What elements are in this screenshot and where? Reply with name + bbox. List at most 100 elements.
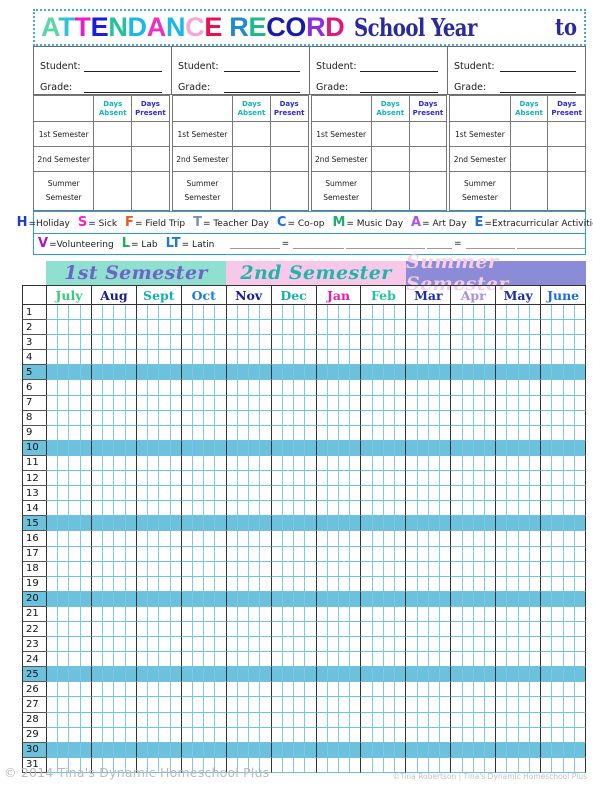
- grid-day-cell[interactable]: [227, 562, 237, 576]
- grid-day-cell[interactable]: [439, 395, 450, 410]
- grid-day-cell[interactable]: [192, 531, 203, 546]
- grid-day-cell[interactable]: [562, 501, 574, 516]
- grid-day-cell[interactable]: [227, 396, 237, 410]
- grid-day-cell[interactable]: [192, 637, 203, 652]
- grid-day-cell[interactable]: [304, 455, 315, 471]
- grid-day-cell[interactable]: [68, 606, 79, 621]
- grid-day-cell[interactable]: [169, 395, 181, 410]
- grid-day-cell[interactable]: [192, 727, 203, 742]
- grid-day-cell[interactable]: [272, 743, 282, 757]
- grid-month-cell[interactable]: [180, 440, 226, 456]
- summary-absent-cell[interactable]: [509, 146, 549, 172]
- grid-day-cell[interactable]: [461, 440, 473, 455]
- grid-month-cell[interactable]: [360, 455, 406, 472]
- grid-day-cell[interactable]: [203, 350, 214, 365]
- grid-month-cell[interactable]: [315, 486, 361, 502]
- grid-day-cell[interactable]: [528, 561, 540, 576]
- grid-day-cell[interactable]: [113, 606, 124, 621]
- grid-day-cell[interactable]: [124, 410, 136, 425]
- grid-month-cell[interactable]: [540, 757, 587, 773]
- grid-day-cell[interactable]: [506, 410, 517, 425]
- grid-month-cell[interactable]: [405, 697, 451, 713]
- grid-month-cell[interactable]: [540, 501, 587, 517]
- grid-month-cell[interactable]: [270, 305, 316, 321]
- grid-day-cell[interactable]: [248, 410, 259, 425]
- grid-day-cell[interactable]: [236, 350, 248, 365]
- grid-day-cell[interactable]: [68, 667, 79, 682]
- grid-day-cell[interactable]: [338, 455, 349, 471]
- grid-day-cell[interactable]: [528, 742, 540, 757]
- grid-day-cell[interactable]: [338, 471, 349, 486]
- grid-day-cell[interactable]: [496, 743, 506, 757]
- grid-month-cell[interactable]: [135, 652, 181, 668]
- grid-day-cell[interactable]: [528, 667, 540, 682]
- grid-day-cell[interactable]: [541, 516, 551, 530]
- grid-month-cell[interactable]: [270, 350, 316, 366]
- grid-day-cell[interactable]: [57, 335, 68, 350]
- grid-day-cell[interactable]: [461, 591, 473, 606]
- grid-day-cell[interactable]: [259, 395, 270, 410]
- grid-month-cell[interactable]: [405, 350, 451, 366]
- grid-day-cell[interactable]: [451, 350, 461, 364]
- grid-month-cell[interactable]: [135, 667, 181, 683]
- grid-day-cell[interactable]: [416, 757, 428, 772]
- grid-day-cell[interactable]: [293, 410, 304, 425]
- grid-day-cell[interactable]: [551, 501, 562, 516]
- grid-month-cell[interactable]: [90, 591, 136, 607]
- grid-day-cell[interactable]: [496, 652, 506, 666]
- grid-day-cell[interactable]: [573, 652, 585, 667]
- grid-day-cell[interactable]: [137, 471, 147, 485]
- grid-day-cell[interactable]: [47, 456, 57, 470]
- grid-day-cell[interactable]: [124, 440, 136, 455]
- grid-month-cell[interactable]: [90, 727, 136, 743]
- grid-day-cell[interactable]: [137, 411, 147, 425]
- grid-day-cell[interactable]: [113, 305, 124, 320]
- grid-day-cell[interactable]: [371, 380, 383, 395]
- grid-day-cell[interactable]: [92, 335, 102, 349]
- grid-day-cell[interactable]: [147, 455, 158, 471]
- grid-day-cell[interactable]: [158, 667, 169, 682]
- grid-day-cell[interactable]: [461, 742, 473, 757]
- grid-day-cell[interactable]: [47, 713, 57, 727]
- grid-month-cell[interactable]: [360, 486, 406, 502]
- grid-day-cell[interactable]: [427, 320, 439, 335]
- grid-day-cell[interactable]: [551, 486, 562, 501]
- grid-day-cell[interactable]: [47, 697, 57, 711]
- grid-day-cell[interactable]: [406, 486, 416, 500]
- grid-day-cell[interactable]: [102, 410, 113, 425]
- grid-day-cell[interactable]: [236, 621, 248, 637]
- grid-day-cell[interactable]: [439, 531, 450, 546]
- grid-day-cell[interactable]: [304, 742, 315, 757]
- grid-day-cell[interactable]: [203, 606, 214, 621]
- grid-month-cell[interactable]: [180, 425, 226, 441]
- grid-day-cell[interactable]: [272, 320, 282, 334]
- grid-month-cell[interactable]: [405, 637, 451, 653]
- grid-month-cell[interactable]: [225, 305, 271, 321]
- grid-month-cell[interactable]: [46, 652, 91, 668]
- grid-day-cell[interactable]: [338, 606, 349, 621]
- grid-day-cell[interactable]: [248, 305, 259, 320]
- grid-day-cell[interactable]: [227, 728, 237, 742]
- grid-day-cell[interactable]: [427, 727, 439, 742]
- grid-day-cell[interactable]: [272, 350, 282, 364]
- grid-day-cell[interactable]: [394, 501, 405, 516]
- grid-month-cell[interactable]: [450, 712, 496, 728]
- grid-day-cell[interactable]: [484, 712, 495, 727]
- grid-day-cell[interactable]: [551, 742, 562, 757]
- grid-day-cell[interactable]: [293, 682, 304, 697]
- grid-day-cell[interactable]: [484, 576, 495, 591]
- grid-day-cell[interactable]: [517, 516, 529, 531]
- grid-day-cell[interactable]: [236, 501, 248, 516]
- grid-day-cell[interactable]: [158, 395, 169, 410]
- grid-day-cell[interactable]: [293, 425, 304, 440]
- grid-day-cell[interactable]: [427, 440, 439, 455]
- grid-month-cell[interactable]: [360, 667, 406, 683]
- grid-day-cell[interactable]: [293, 501, 304, 516]
- grid-day-cell[interactable]: [394, 516, 405, 531]
- grid-day-cell[interactable]: [192, 320, 203, 335]
- grid-day-cell[interactable]: [57, 320, 68, 335]
- grid-day-cell[interactable]: [113, 440, 124, 455]
- grid-day-cell[interactable]: [427, 637, 439, 652]
- grid-day-cell[interactable]: [158, 682, 169, 697]
- grid-day-cell[interactable]: [79, 637, 91, 652]
